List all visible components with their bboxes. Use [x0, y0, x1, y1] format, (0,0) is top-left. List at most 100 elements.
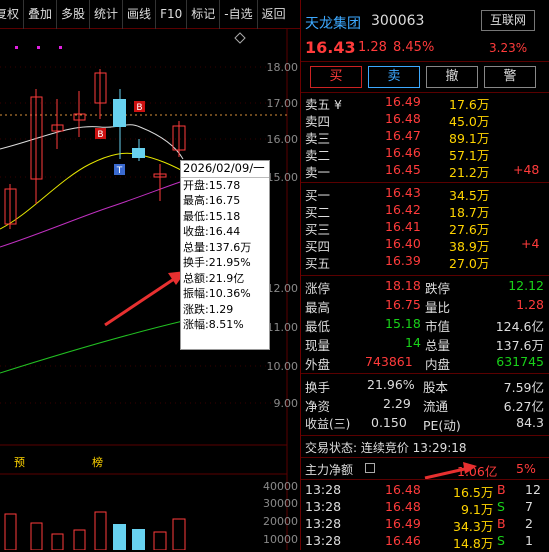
sell-button[interactable]: 卖 [368, 66, 420, 88]
fund-label: 流通 [423, 399, 449, 414]
annotation-arrow [104, 271, 186, 327]
ask-volume: 21.2万 [449, 165, 490, 180]
stat-label: 市值 [425, 319, 451, 334]
toolbar-fuquan[interactable]: 复权 [0, 0, 24, 29]
tick-side: B [497, 482, 506, 497]
ask-price: 16.47 [385, 128, 421, 143]
toolbar-f10[interactable]: F10 [156, 0, 188, 29]
current-price: 16.43 [305, 38, 356, 57]
bid-price: 16.40 [385, 236, 421, 251]
tick-count: 7 [525, 499, 533, 514]
price-tick: 18.00 [267, 61, 299, 74]
tick-time: 13:28 [305, 499, 342, 514]
fund-value: 84.3 [516, 415, 544, 430]
stat-label: 内盘 [425, 357, 451, 372]
ma-line-white [0, 124, 184, 160]
volume-tick: 10000 [263, 533, 298, 546]
toolbar-stats[interactable]: 统计 [90, 0, 124, 29]
tick-price: 16.48 [385, 482, 421, 497]
fund-label: 净资 [305, 399, 331, 414]
fund-label: 换手 [305, 380, 331, 395]
bang-marker: 榜 [92, 455, 103, 469]
ma-line-magenta [0, 180, 184, 248]
indicator-dots [15, 46, 62, 49]
fund-value: 21.96% [367, 377, 415, 392]
kline-tooltip: 2026/02/09/一 开盘:15.78 最高:16.75 最低:15.18 … [180, 160, 270, 350]
tooltip-open: 开盘:15.78 [183, 178, 241, 192]
ask-price: 16.45 [385, 162, 421, 177]
alert-button[interactable]: 警 [484, 66, 536, 88]
volume-tick: 40000 [263, 480, 298, 493]
price-tick: 15.00 [267, 171, 299, 184]
svg-text:B: B [136, 103, 142, 113]
buy-button[interactable]: 买 [310, 66, 362, 88]
tooltip-close: 收盘:16.44 [183, 225, 241, 238]
tick-count: 1 [525, 533, 533, 548]
toolbar-back[interactable]: 返回 [258, 0, 290, 29]
stock-code: 300063 [371, 13, 425, 29]
stat-label: 跌停 [425, 281, 451, 296]
bid-delta: +4 [521, 236, 540, 251]
tooltip-amplitude: 振幅:10.36% [183, 287, 251, 300]
tooltip-amount: 总额:21.9亿 [183, 271, 245, 285]
tick-side: B [497, 516, 506, 531]
tick-volume: 14.8万 [453, 536, 494, 551]
stat-value: 12.12 [508, 278, 544, 293]
volume-tick: 20000 [263, 515, 298, 528]
price-pct: 8.45% [393, 40, 435, 55]
stat-value: 124.6亿 [495, 319, 544, 334]
bid-price: 16.41 [385, 219, 421, 234]
tick-time: 13:28 [305, 533, 342, 548]
stat-value: 137.6万 [495, 338, 544, 353]
sector-tag[interactable]: 互联网 [481, 10, 535, 31]
stat-value: 16.75 [385, 297, 421, 312]
fund-value: 6.27亿 [503, 399, 544, 414]
tick-time: 13:28 [305, 482, 342, 497]
candle [113, 99, 126, 127]
fund-label: PE(动) [423, 418, 461, 433]
bid-label: 买五 [305, 256, 331, 271]
toolbar-overlay[interactable]: 叠加 [24, 0, 58, 29]
stat-label: 最高 [305, 300, 331, 315]
stat-label: 涨停 [305, 281, 331, 296]
cancel-button[interactable]: 撤 [426, 66, 478, 88]
toolbar-mark[interactable]: 标记 [187, 0, 221, 29]
tooltip-volume: 总量:137.6万 [183, 240, 252, 254]
price-tick: 10.00 [267, 360, 299, 373]
tick-side: S [497, 499, 505, 514]
toolbar-add-watchlist[interactable]: -自选 [220, 0, 258, 29]
tooltip-date: 2026/02/09/一 [181, 161, 269, 178]
stat-value: 18.18 [385, 278, 421, 293]
price-tick: 11.00 [267, 321, 299, 334]
volume-tick: 30000 [263, 497, 298, 510]
ask-price: 16.49 [385, 94, 421, 109]
toolbar-draw-line[interactable]: 画线 [123, 0, 157, 29]
diamond-icon [234, 32, 246, 44]
trade-status: 交易状态: 连续竞价 13:29:18 [305, 441, 467, 455]
stat-label: 现量 [305, 338, 331, 353]
main-flow-pct: 5% [516, 461, 536, 476]
fund-value: 2.29 [383, 396, 411, 411]
list-icon[interactable] [365, 463, 375, 473]
bid-price: 16.42 [385, 202, 421, 217]
tooltip-pct: 涨幅:8.51% [183, 318, 244, 331]
stat-value: 743861 [365, 354, 413, 369]
ask-label: 卖一 [305, 165, 331, 180]
tick-count: 2 [525, 516, 533, 531]
tick-side: S [497, 533, 505, 548]
fund-value: 0.150 [371, 415, 407, 430]
volume-bars [4, 511, 186, 550]
yu-marker: 预 [14, 456, 25, 469]
tooltip-high: 最高:16.75 [183, 194, 241, 207]
chart-toolbar: 复权 叠加 多股 统计 画线 F10 标记 -自选 返回 [0, 0, 300, 29]
svg-text:B: B [97, 130, 103, 140]
fund-value: 7.59亿 [503, 380, 544, 395]
bid-price: 16.43 [385, 185, 421, 200]
candle [132, 148, 145, 158]
price-tick: 16.00 [267, 133, 299, 146]
stat-value: 14 [405, 335, 421, 350]
bid-volume: 27.0万 [449, 256, 490, 271]
toolbar-multi-stock[interactable]: 多股 [57, 0, 91, 29]
price-tick: 9.00 [274, 397, 299, 410]
price-tick: 12.00 [267, 282, 299, 295]
